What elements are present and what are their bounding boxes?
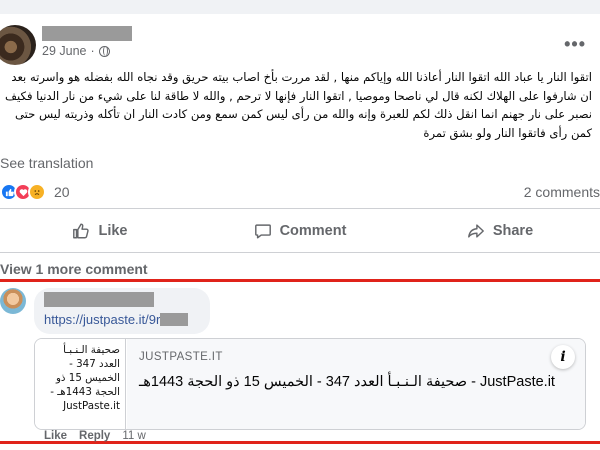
reaction-count: 20: [54, 184, 70, 200]
feed-top-strip: [0, 0, 600, 14]
see-translation-link[interactable]: See translation: [0, 155, 93, 171]
like-label: Like: [98, 223, 128, 239]
link-preview-body[interactable]: JUSTPASTE.IT صحيفة الـنـبـأ العدد 347 - …: [127, 339, 585, 429]
post-text: اتقوا النار يا عباد الله اتقوا النار أعا…: [5, 70, 592, 140]
post-date[interactable]: 29 June: [42, 44, 86, 58]
meta-separator: ·: [90, 44, 95, 58]
comment-bubble-icon: [254, 224, 271, 239]
comment-like-button[interactable]: Like: [44, 430, 67, 442]
comment-link[interactable]: https://justpaste.it/9r: [44, 312, 189, 327]
thumbs-up-icon: [73, 223, 90, 239]
link-preview-title: صحيفة الـنـبـأ العدد 347 - الخميس 15 ذو …: [139, 374, 555, 390]
comment-link-text[interactable]: https://justpaste.it/9r: [44, 312, 160, 327]
commenter-name-redacted[interactable]: [44, 292, 154, 307]
comment-age[interactable]: 11 w: [122, 430, 145, 442]
view-more-comments-link[interactable]: View 1 more comment: [0, 261, 148, 277]
commenter-avatar[interactable]: [0, 288, 26, 314]
link-preview-card[interactable]: صحيفة الـنـبـأ العدد 347 - الخميس 15 ذو …: [34, 338, 586, 430]
divider: [0, 252, 600, 253]
share-label: Share: [492, 223, 534, 239]
info-icon[interactable]: i: [551, 345, 575, 369]
divider: [0, 208, 600, 209]
comment-label: Comment: [279, 223, 347, 239]
link-preview-thumbnail[interactable]: صحيفة الـنـبـأ العدد 347 - الخميس 15 ذو …: [35, 339, 126, 429]
comments-count[interactable]: 2 comments: [524, 184, 600, 200]
like-button[interactable]: Like: [0, 214, 200, 248]
post-meta: 29 June ·: [42, 44, 110, 58]
more-options-icon[interactable]: •••: [564, 34, 586, 55]
comment-bubble: https://justpaste.it/9r: [34, 288, 210, 334]
reactions-summary[interactable]: 20: [0, 183, 70, 201]
comment-actions: Like Reply 11 w: [44, 430, 146, 442]
share-arrow-icon: [467, 224, 484, 238]
share-button[interactable]: Share: [400, 214, 600, 248]
author-avatar[interactable]: [0, 25, 36, 65]
post-action-bar: Like Comment Share: [0, 214, 600, 248]
comment-reply-button[interactable]: Reply: [79, 430, 110, 442]
post-header: 29 June · •••: [0, 14, 600, 65]
author-name-redacted[interactable]: [42, 26, 132, 41]
sad-reaction-icon: [28, 183, 46, 201]
globe-icon: [98, 45, 110, 57]
link-preview-domain: JUSTPASTE.IT: [139, 351, 223, 363]
comment-button[interactable]: Comment: [200, 214, 400, 248]
link-redaction: [160, 313, 189, 326]
